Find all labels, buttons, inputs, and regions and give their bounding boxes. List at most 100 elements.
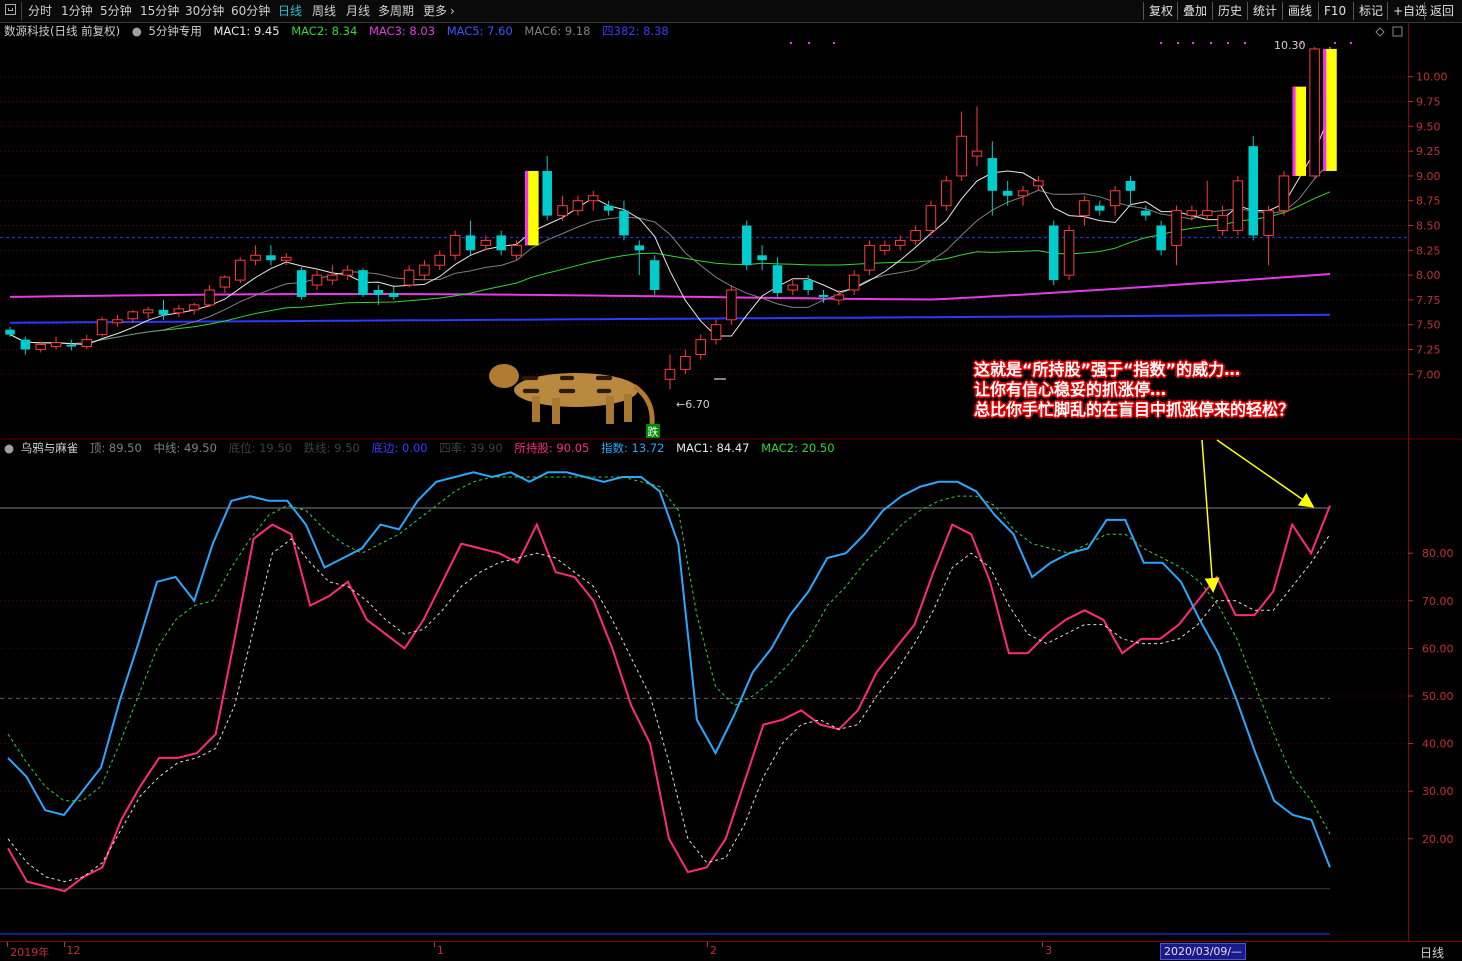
candle-body — [894, 239, 906, 246]
candle-body — [465, 235, 476, 251]
signal-dot — [1210, 42, 1212, 44]
menu-icon[interactable] — [5, 4, 16, 15]
pane-divider — [0, 438, 1462, 440]
date-tick-mark — [433, 942, 435, 947]
period-15min[interactable]: 15分钟 — [140, 3, 179, 19]
date-tick-mark — [707, 942, 708, 947]
candle-body — [864, 244, 875, 271]
price-tick-label: 9.50 — [1416, 120, 1441, 133]
date-tick-mark — [1042, 942, 1044, 947]
annotation-line: 总比你手忙脚乱的在盲目中抓涨停来的轻松？ — [974, 400, 1295, 419]
candle-body — [1232, 180, 1244, 231]
candle-body — [20, 339, 31, 350]
candle-body — [910, 229, 921, 241]
statistics-button[interactable]: 统计 — [1247, 2, 1282, 20]
signal-dot — [1300, 42, 1302, 44]
candle-body — [542, 170, 552, 216]
back-button[interactable]: 返回 — [1424, 2, 1459, 20]
candle-body — [664, 368, 676, 380]
leopard-spot — [570, 388, 576, 394]
price-axis: 7.00 7.25 7.50 7.75 8.00 8.25 8.50 8.75 9.00 9.25… — [1408, 71, 1454, 846]
candle-body — [619, 210, 629, 236]
candle-body — [772, 265, 783, 293]
overlay-button[interactable]: 叠加 — [1177, 2, 1212, 20]
candle-body — [234, 259, 246, 281]
candle-body — [726, 289, 737, 321]
chevron-right-icon[interactable]: › — [450, 3, 455, 19]
candle-body — [250, 254, 261, 261]
date-cursor-label: 2020/03/09/— — [1160, 943, 1247, 960]
leopard-spot — [569, 375, 575, 381]
restore-rights-button[interactable]: 复权 — [1143, 2, 1178, 20]
indicator-tick-label: 20.00 — [1422, 833, 1454, 846]
candle-body — [557, 205, 568, 217]
candle-body — [787, 284, 799, 291]
candle-body — [219, 276, 231, 288]
indicator-tick-label: 80.00 — [1422, 547, 1454, 560]
candle-body — [496, 235, 506, 251]
candle-body — [1263, 210, 1274, 236]
period-weekly[interactable]: 周线 — [312, 3, 336, 19]
limit-up-marker — [1323, 48, 1327, 171]
mark-button[interactable]: 标记 — [1353, 2, 1388, 20]
candle-body — [833, 294, 845, 301]
candle-body — [1309, 48, 1320, 177]
signal-dot — [790, 42, 792, 44]
candle-body — [50, 342, 62, 348]
candle-body — [818, 294, 829, 297]
candle-body — [5, 329, 15, 335]
price-tick-label: 9.75 — [1416, 96, 1441, 109]
period-more[interactable]: 更多 — [423, 3, 447, 19]
candle-body — [1278, 175, 1290, 212]
mac1-line — [9, 114, 1331, 346]
indicator-tick-label: 40.00 — [1422, 738, 1454, 751]
indicator-tick-label: 50.00 — [1422, 690, 1454, 703]
history-button[interactable]: 历史 — [1212, 2, 1247, 20]
candle-body — [35, 344, 46, 351]
candle-body — [327, 274, 338, 281]
period-label: 日线 — [1420, 946, 1445, 960]
candle-body — [649, 260, 660, 290]
date-axis: 2020/03/09/— 日线 2019年 12 1 2 3 — [0, 941, 1462, 960]
period-1min[interactable]: 1分钟 — [61, 3, 93, 19]
candle-body — [342, 269, 353, 276]
candle-body — [1033, 180, 1044, 187]
price-tick-label: 8.25 — [1416, 244, 1441, 257]
candle-body — [941, 180, 952, 207]
chart-area[interactable]: 10.30 ←6.70 跌 7.00 7.25 7.50 7.75 8.00 8.25 8.50… — [0, 22, 1462, 941]
leopard-spot — [534, 388, 540, 394]
candle-body — [925, 205, 937, 231]
drop-badge-text: 跌 — [648, 425, 659, 439]
signal-dot — [1334, 42, 1336, 44]
candle-body — [1109, 190, 1121, 207]
date-tick-label: 1 — [436, 944, 444, 957]
candle-body — [710, 324, 722, 341]
square-icon — [1392, 26, 1403, 37]
candle-body — [879, 244, 891, 251]
candle-body — [388, 292, 399, 297]
grid-layer — [0, 22, 1462, 941]
period-daily[interactable]: 日线 — [278, 3, 302, 19]
period-60min[interactable]: 60分钟 — [231, 3, 270, 19]
period-30min[interactable]: 30分钟 — [185, 3, 224, 19]
period-5min[interactable]: 5分钟 — [100, 3, 132, 19]
leopard-leg — [532, 396, 540, 422]
indicator-chart — [0, 471, 1331, 935]
arrow-icon — [1216, 439, 1315, 508]
leopard-spot — [533, 375, 539, 381]
period-multi[interactable]: 多周期 — [378, 3, 414, 19]
draw-line-button[interactable]: 画线 — [1282, 2, 1317, 20]
leopard-leg — [552, 398, 560, 424]
period-fenshi[interactable]: 分时 — [28, 3, 52, 19]
price-tick-label: 8.00 — [1416, 269, 1441, 282]
date-tick-mark — [7, 942, 9, 947]
candle-body — [1156, 225, 1166, 251]
f10-button[interactable]: F10 — [1318, 2, 1351, 20]
signal-dot — [1160, 42, 1162, 44]
candle-body — [1217, 215, 1228, 231]
candle-body — [419, 264, 430, 276]
period-monthly[interactable]: 月线 — [346, 3, 370, 19]
high-price-label: 10.30 — [1274, 39, 1306, 52]
arrow-icon — [1201, 439, 1220, 593]
leopard-leg — [606, 396, 614, 424]
